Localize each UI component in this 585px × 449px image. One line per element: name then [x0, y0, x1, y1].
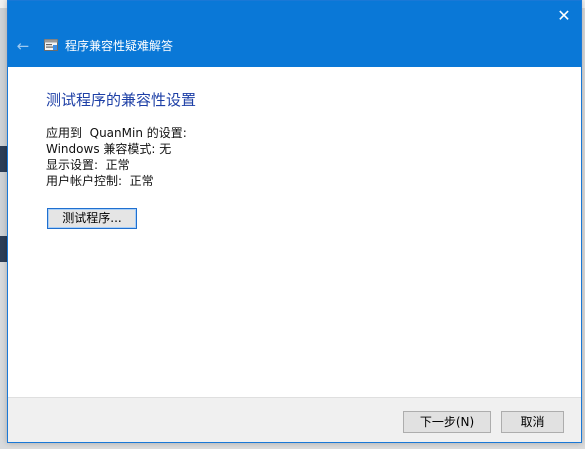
page-heading: 测试程序的兼容性设置: [46, 91, 197, 109]
back-arrow-icon: ←: [16, 37, 30, 55]
close-icon: ✕: [557, 6, 571, 25]
close-button[interactable]: ✕: [553, 5, 575, 27]
settings-line-display: 显示设置: 正常: [46, 158, 130, 172]
settings-line-uac: 用户帐户控制: 正常: [46, 174, 154, 186]
troubleshooter-dialog: ✕ ← 程序兼容性疑难解答 测试程序的兼容性设置 应用到 QuanMin 的设置…: [7, 0, 582, 443]
back-button[interactable]: ←: [14, 37, 32, 55]
dialog-content: 测试程序的兼容性设置 应用到 QuanMin 的设置: Windows 兼容模式…: [8, 67, 581, 397]
settings-line-compat-mode: Windows 兼容模式: 无: [46, 142, 172, 156]
window-title: 程序兼容性疑难解答: [65, 39, 174, 53]
title-bar: ✕ ← 程序兼容性疑难解答: [8, 1, 581, 67]
next-button[interactable]: 下一步(N): [403, 411, 491, 433]
troubleshooter-icon: [44, 39, 58, 51]
settings-line-apply-to: 应用到 QuanMin 的设置:: [46, 126, 187, 140]
test-program-button[interactable]: 测试程序...: [47, 208, 137, 229]
dialog-footer: 下一步(N) 取消: [8, 397, 581, 442]
cancel-button[interactable]: 取消: [501, 411, 564, 433]
settings-summary: 应用到 QuanMin 的设置: Windows 兼容模式: 无 显示设置: 正…: [46, 125, 346, 186]
